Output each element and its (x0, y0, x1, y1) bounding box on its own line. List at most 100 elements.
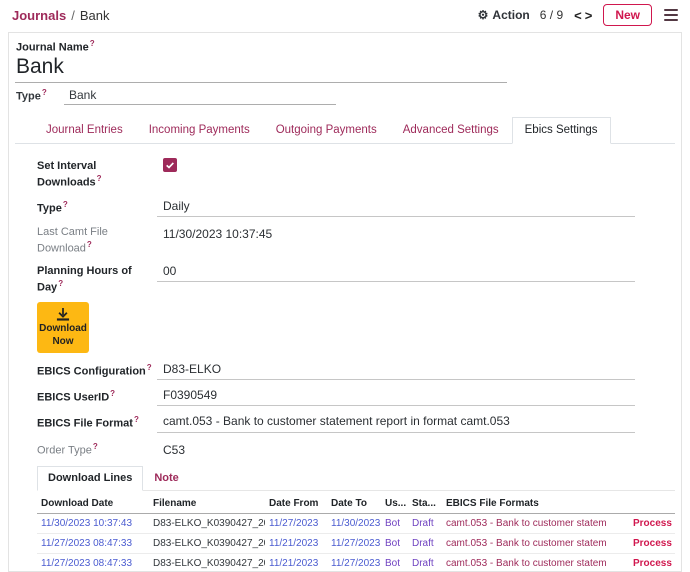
ebics-file-format-row: EBICS File Format? camt.053 - Bank to cu… (37, 413, 675, 432)
cell-state[interactable]: Draft (408, 534, 442, 554)
column-state[interactable]: Sta... (408, 493, 442, 514)
cell-date-to[interactable]: 11/27/2023 (327, 554, 381, 572)
last-camt-value: 11/30/2023 10:37:45 (157, 224, 272, 242)
download-icon (56, 308, 70, 321)
column-user[interactable]: Us... (381, 493, 408, 514)
cell-user[interactable]: Bot (381, 554, 408, 572)
breadcrumb-journals-link[interactable]: Journals (12, 8, 66, 23)
tab-incoming-payments[interactable]: Incoming Payments (136, 117, 263, 144)
cell-filename[interactable]: D83-ELKO_K0390427_2023-11-27_C (149, 554, 265, 572)
planning-hours-row: Planning Hours of Day? 00 (37, 263, 675, 295)
download-lines-body: 11/30/2023 10:37:43 D83-ELKO_K0390427_20… (37, 514, 675, 572)
cell-process: Process (629, 514, 675, 534)
process-button[interactable]: Process (633, 538, 672, 549)
planning-hours-label: Planning Hours of Day? (37, 263, 157, 295)
help-icon: ? (147, 363, 152, 372)
pager-next-icon[interactable]: > (584, 8, 594, 23)
cell-process: Process (629, 534, 675, 554)
cell-filename[interactable]: D83-ELKO_K0390427_2023-11-27_C (149, 534, 265, 554)
download-now-label: Download Now (39, 323, 87, 348)
breadcrumb-separator: / (71, 8, 75, 23)
cell-file-format[interactable]: camt.053 - Bank to customer statem (442, 534, 629, 554)
tab-outgoing-payments[interactable]: Outgoing Payments (263, 117, 390, 144)
column-filename[interactable]: Filename (149, 493, 265, 514)
cell-date-to[interactable]: 11/30/2023 (327, 514, 381, 534)
last-camt-label: Last Camt File Download? (37, 224, 157, 256)
pager-arrows: < > (573, 8, 593, 23)
action-label: Action (492, 8, 529, 22)
column-date-to[interactable]: Date To (327, 493, 381, 514)
pager-previous-icon[interactable]: < (573, 8, 583, 23)
interval-type-input[interactable]: Daily (157, 198, 635, 217)
order-type-label: Order Type? (37, 440, 157, 458)
table-row[interactable]: 11/27/2023 08:47:33 D83-ELKO_K0390427_20… (37, 554, 675, 572)
download-lines-table: Download Date Filename Date From Date To… (37, 493, 675, 572)
planning-hours-input[interactable]: 00 (157, 263, 635, 282)
column-date-from[interactable]: Date From (265, 493, 327, 514)
journal-name-label: Journal Name? (15, 39, 675, 54)
cell-download-date[interactable]: 11/27/2023 08:47:33 (37, 534, 149, 554)
cell-date-to[interactable]: 11/27/2023 (327, 534, 381, 554)
table-row[interactable]: 11/30/2023 10:37:43 D83-ELKO_K0390427_20… (37, 514, 675, 534)
cell-user[interactable]: Bot (381, 514, 408, 534)
help-icon: ? (97, 174, 102, 183)
column-actions (629, 493, 675, 514)
new-button[interactable]: New (603, 4, 652, 26)
cell-download-date[interactable]: 11/27/2023 08:47:33 (37, 554, 149, 572)
menu-icon[interactable] (662, 7, 680, 23)
tab-ebics-settings[interactable]: Ebics Settings (512, 117, 611, 144)
ebics-configuration-label: EBICS Configuration? (37, 361, 157, 379)
interval-type-row: Type? Daily (37, 198, 675, 217)
help-icon: ? (110, 389, 115, 398)
order-type-value: C53 (157, 440, 185, 458)
tab-note[interactable]: Note (143, 466, 189, 491)
set-interval-row: Set Interval Downloads? (37, 158, 675, 190)
cell-date-from[interactable]: 11/21/2023 (265, 554, 327, 572)
check-icon (165, 160, 175, 170)
cell-date-from[interactable]: 11/27/2023 (265, 514, 327, 534)
notebook-tabs: Journal Entries Incoming Payments Outgoi… (15, 117, 675, 144)
column-ebics-file-formats[interactable]: EBICS File Formats (442, 493, 629, 514)
journal-name-input[interactable]: Bank (15, 54, 507, 83)
tab-journal-entries[interactable]: Journal Entries (33, 117, 136, 144)
top-bar-controls: ⚙ Action 6 / 9 < > New (478, 4, 680, 26)
help-icon: ? (134, 415, 139, 424)
cell-process: Process (629, 554, 675, 572)
breadcrumb-current: Bank (80, 8, 110, 23)
cell-user[interactable]: Bot (381, 534, 408, 554)
journal-type-label: Type? (16, 88, 64, 106)
cell-file-format[interactable]: camt.053 - Bank to customer statem (442, 554, 629, 572)
process-button[interactable]: Process (633, 558, 672, 569)
ebics-configuration-input[interactable]: D83-ELKO (157, 361, 635, 380)
interval-type-label: Type? (37, 198, 157, 216)
gear-icon: ⚙ (478, 9, 489, 21)
ebics-userid-label: EBICS UserID? (37, 387, 157, 405)
action-button[interactable]: ⚙ Action (478, 8, 530, 22)
ebics-userid-input[interactable]: F0390549 (157, 387, 635, 406)
order-type-row: Order Type? C53 (37, 440, 675, 458)
set-interval-checkbox[interactable] (163, 158, 177, 172)
help-icon: ? (93, 442, 98, 451)
breadcrumb: Journals / Bank (12, 8, 109, 23)
process-button[interactable]: Process (633, 518, 672, 529)
column-download-date[interactable]: Download Date (37, 493, 149, 514)
help-icon: ? (90, 39, 95, 48)
cell-state[interactable]: Draft (408, 554, 442, 572)
cell-file-format[interactable]: camt.053 - Bank to customer statem (442, 514, 629, 534)
ebics-file-format-input[interactable]: camt.053 - Bank to customer statement re… (157, 413, 635, 432)
cell-filename[interactable]: D83-ELKO_K0390427_2023-11-30_C (149, 514, 265, 534)
help-icon: ? (42, 88, 47, 97)
tab-advanced-settings[interactable]: Advanced Settings (390, 117, 512, 144)
cell-state[interactable]: Draft (408, 514, 442, 534)
table-row[interactable]: 11/27/2023 08:47:33 D83-ELKO_K0390427_20… (37, 534, 675, 554)
cell-download-date[interactable]: 11/30/2023 10:37:43 (37, 514, 149, 534)
download-now-button[interactable]: Download Now (37, 302, 89, 353)
help-icon: ? (58, 279, 63, 288)
cell-date-from[interactable]: 11/21/2023 (265, 534, 327, 554)
ebics-file-format-label: EBICS File Format? (37, 413, 157, 431)
help-icon: ? (87, 240, 92, 249)
last-camt-row: Last Camt File Download? 11/30/2023 10:3… (37, 224, 675, 256)
help-icon: ? (63, 200, 68, 209)
tab-download-lines[interactable]: Download Lines (37, 466, 143, 491)
journal-type-input[interactable]: Bank (64, 88, 336, 105)
